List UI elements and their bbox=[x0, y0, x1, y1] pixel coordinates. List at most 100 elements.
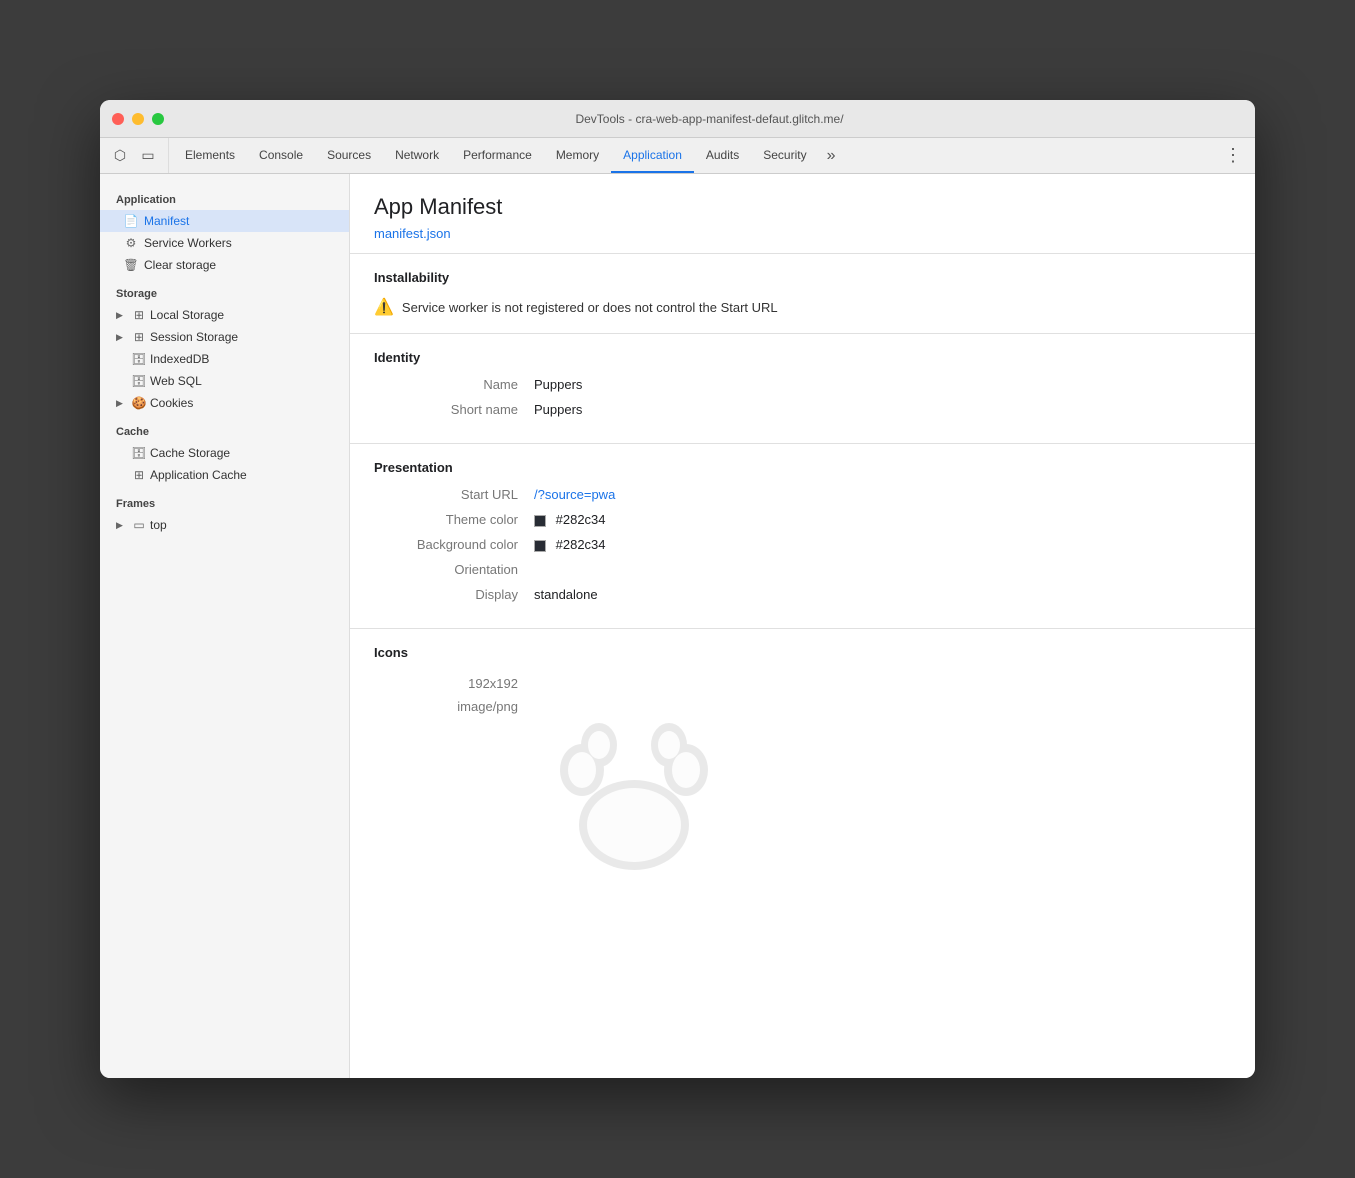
sidebar-application-label: Application bbox=[100, 182, 349, 210]
short-name-label: Short name bbox=[374, 402, 534, 417]
identity-title: Identity bbox=[374, 350, 1231, 365]
clear-storage-icon: 🗑 bbox=[124, 258, 138, 272]
sidebar-item-web-sql[interactable]: ▶ 🗄 Web SQL bbox=[100, 370, 349, 392]
short-name-row: Short name Puppers bbox=[374, 402, 1231, 417]
window-title: DevTools - cra-web-app-manifest-defaut.g… bbox=[176, 112, 1243, 126]
display-row: Display standalone bbox=[374, 587, 1231, 602]
bg-color-value: #282c34 bbox=[534, 537, 606, 552]
indexeddb-icon: 🗄 bbox=[132, 352, 146, 366]
expand-top-frame-icon: ▶ bbox=[116, 520, 128, 531]
more-tabs-button[interactable]: » bbox=[819, 138, 844, 173]
icon-meta: 192x192 image/png bbox=[374, 672, 534, 719]
presentation-title: Presentation bbox=[374, 460, 1231, 475]
manifest-link[interactable]: manifest.json bbox=[374, 226, 451, 241]
sidebar-item-manifest-label: Manifest bbox=[144, 214, 333, 228]
theme-color-label: Theme color bbox=[374, 512, 534, 527]
tab-network[interactable]: Network bbox=[383, 138, 451, 173]
tab-application[interactable]: Application bbox=[611, 138, 694, 173]
maximize-button[interactable] bbox=[152, 113, 164, 125]
application-cache-icon: ⊞ bbox=[132, 468, 146, 482]
sidebar-item-local-storage[interactable]: ▶ ⊞ Local Storage bbox=[100, 304, 349, 326]
sidebar: Application 📄 Manifest ⚙ Service Workers… bbox=[100, 174, 350, 1078]
content-header: App Manifest manifest.json bbox=[350, 174, 1255, 254]
frame-icon: ▭ bbox=[132, 518, 146, 532]
title-bar: DevTools - cra-web-app-manifest-defaut.g… bbox=[100, 100, 1255, 138]
traffic-lights bbox=[112, 113, 164, 125]
session-storage-icon: ⊞ bbox=[132, 330, 146, 344]
name-value: Puppers bbox=[534, 377, 582, 392]
presentation-section: Presentation Start URL /?source=pwa Them… bbox=[350, 444, 1255, 629]
web-sql-icon: 🗄 bbox=[132, 374, 146, 388]
identity-section: Identity Name Puppers Short name Puppers bbox=[350, 334, 1255, 444]
paw-icon bbox=[534, 680, 734, 880]
manifest-icon: 📄 bbox=[124, 214, 138, 228]
theme-color-value: #282c34 bbox=[534, 512, 606, 527]
start-url-link[interactable]: /?source=pwa bbox=[534, 487, 615, 502]
installability-section: Installability ⚠️ Service worker is not … bbox=[350, 254, 1255, 334]
theme-color-row: Theme color #282c34 bbox=[374, 512, 1231, 527]
sidebar-item-indexeddb-label: IndexedDB bbox=[150, 352, 209, 366]
service-workers-icon: ⚙ bbox=[124, 236, 138, 250]
installability-title: Installability bbox=[374, 270, 1231, 285]
sidebar-item-session-storage-label: Session Storage bbox=[150, 330, 238, 344]
sidebar-item-service-workers-label: Service Workers bbox=[144, 236, 333, 250]
sidebar-item-clear-storage[interactable]: 🗑 Clear storage bbox=[100, 254, 349, 276]
icons-title: Icons bbox=[374, 645, 1231, 660]
sidebar-item-cookies[interactable]: ▶ 🍪 Cookies bbox=[100, 392, 349, 414]
sidebar-item-indexeddb[interactable]: ▶ 🗄 IndexedDB bbox=[100, 348, 349, 370]
sidebar-item-manifest[interactable]: 📄 Manifest bbox=[100, 210, 349, 232]
tab-memory[interactable]: Memory bbox=[544, 138, 611, 173]
start-url-label: Start URL bbox=[374, 487, 534, 502]
sidebar-item-local-storage-label: Local Storage bbox=[150, 308, 224, 322]
orientation-row: Orientation bbox=[374, 562, 1231, 577]
expand-local-storage-icon: ▶ bbox=[116, 310, 128, 321]
tab-security[interactable]: Security bbox=[751, 138, 818, 173]
short-name-value: Puppers bbox=[534, 402, 582, 417]
bg-color-label: Background color bbox=[374, 537, 534, 552]
tabs-bar: ⬡ ▭ Elements Console Sources Network Per… bbox=[100, 138, 1255, 174]
expand-cookies-icon: ▶ bbox=[116, 398, 128, 409]
minimize-button[interactable] bbox=[132, 113, 144, 125]
local-storage-icon: ⊞ bbox=[132, 308, 146, 322]
sidebar-item-cookies-label: Cookies bbox=[150, 396, 193, 410]
sidebar-frames-label: Frames bbox=[100, 486, 349, 514]
sidebar-item-application-cache-label: Application Cache bbox=[150, 468, 247, 482]
content-area: App Manifest manifest.json Installabilit… bbox=[350, 174, 1255, 1078]
sidebar-item-service-workers[interactable]: ⚙ Service Workers bbox=[100, 232, 349, 254]
devtools-window: DevTools - cra-web-app-manifest-defaut.g… bbox=[100, 100, 1255, 1078]
tab-performance[interactable]: Performance bbox=[451, 138, 544, 173]
sidebar-item-application-cache[interactable]: ▶ ⊞ Application Cache bbox=[100, 464, 349, 486]
theme-color-swatch bbox=[534, 515, 546, 527]
sidebar-item-web-sql-label: Web SQL bbox=[150, 374, 202, 388]
device-icon[interactable]: ▭ bbox=[136, 144, 160, 168]
sidebar-item-top-frame-label: top bbox=[150, 518, 167, 532]
icon-preview bbox=[534, 680, 734, 883]
expand-session-storage-icon: ▶ bbox=[116, 332, 128, 343]
sidebar-cache-label: Cache bbox=[100, 414, 349, 442]
sidebar-item-top-frame[interactable]: ▶ ▭ top bbox=[100, 514, 349, 536]
close-button[interactable] bbox=[112, 113, 124, 125]
bg-color-swatch bbox=[534, 540, 546, 552]
tab-console[interactable]: Console bbox=[247, 138, 315, 173]
page-title: App Manifest bbox=[374, 194, 1231, 220]
sidebar-item-session-storage[interactable]: ▶ ⊞ Session Storage bbox=[100, 326, 349, 348]
sidebar-item-cache-storage-label: Cache Storage bbox=[150, 446, 230, 460]
display-label: Display bbox=[374, 587, 534, 602]
main-layout: Application 📄 Manifest ⚙ Service Workers… bbox=[100, 174, 1255, 1078]
name-label: Name bbox=[374, 377, 534, 392]
cursor-icon[interactable]: ⬡ bbox=[108, 144, 132, 168]
tab-icons: ⬡ ▭ bbox=[108, 138, 169, 173]
tab-audits[interactable]: Audits bbox=[694, 138, 751, 173]
installability-warning-text: Service worker is not registered or does… bbox=[402, 300, 778, 315]
tab-elements[interactable]: Elements bbox=[173, 138, 247, 173]
bg-color-row: Background color #282c34 bbox=[374, 537, 1231, 552]
devtools-menu-button[interactable]: ⋮ bbox=[1219, 138, 1247, 173]
sidebar-storage-label: Storage bbox=[100, 276, 349, 304]
tab-sources[interactable]: Sources bbox=[315, 138, 383, 173]
icons-section: Icons 192x192 image/png bbox=[350, 629, 1255, 899]
sidebar-item-clear-storage-label: Clear storage bbox=[144, 258, 333, 272]
display-value: standalone bbox=[534, 587, 598, 602]
sidebar-item-cache-storage[interactable]: ▶ 🗄 Cache Storage bbox=[100, 442, 349, 464]
start-url-row: Start URL /?source=pwa bbox=[374, 487, 1231, 502]
name-row: Name Puppers bbox=[374, 377, 1231, 392]
